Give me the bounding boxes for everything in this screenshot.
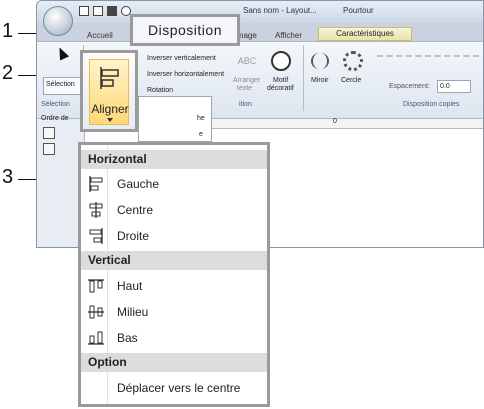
menu-header-horizontal: Horizontal — [81, 150, 267, 169]
decorative-pattern-icon — [271, 51, 291, 71]
menu-item-label: Droite — [117, 229, 150, 243]
align-left-icon — [89, 176, 103, 192]
menu-item-label: Bas — [117, 331, 138, 345]
tab-accueil[interactable]: Accueil — [87, 31, 113, 40]
spacing-input[interactable]: 0.0 — [437, 80, 471, 93]
aligner-dropdown-preview: he e — [138, 96, 212, 142]
tab-caracteristiques[interactable]: Caractéristiques — [318, 27, 412, 41]
arrange-text-sub: texte — [237, 85, 253, 92]
mirror-icon — [311, 53, 329, 69]
menu-item-label: Haut — [117, 279, 143, 293]
order-back-icon[interactable] — [43, 143, 55, 155]
tab-disposition[interactable]: Disposition — [130, 14, 240, 46]
select-label: Sélection — [46, 81, 75, 88]
app-menu-button[interactable] — [43, 6, 73, 36]
menu-item-gauche[interactable]: Gauche — [81, 171, 267, 197]
callout-1: 1 — [2, 20, 14, 42]
align-icon — [100, 67, 119, 89]
group-position-label: ition — [239, 101, 252, 108]
menu-item-label: Centre — [117, 203, 154, 217]
preview-item: he — [197, 115, 205, 122]
callout-3: 3 — [2, 166, 14, 188]
align-top-icon — [88, 279, 104, 293]
align-button[interactable]: Aligner — [80, 50, 138, 132]
arrange-text-icon: ABC — [237, 56, 257, 66]
circle-icon — [343, 51, 363, 71]
open-file-icon[interactable] — [93, 6, 103, 16]
decorative-pattern-button[interactable]: Motif — [273, 77, 288, 84]
menu-item-centre[interactable]: Centre — [81, 197, 267, 223]
ruler — [209, 119, 483, 129]
menu-item-bas[interactable]: Bas — [81, 325, 267, 351]
rotation-button[interactable]: Rotation — [147, 87, 173, 94]
chevron-down-icon — [107, 118, 113, 122]
menu-item-milieu[interactable]: Milieu — [81, 299, 267, 325]
align-menu: Horizontal Gauche Centre Droite Vertical — [78, 142, 270, 407]
context-title: Pourtour — [343, 6, 374, 15]
align-middle-icon — [88, 305, 104, 319]
decorative-pattern-sub: décoratif — [267, 85, 294, 92]
callout-2: 2 — [2, 62, 14, 84]
flip-horizontal-button[interactable]: Inverser horizontalement — [147, 71, 224, 78]
align-label: Aligner — [91, 102, 129, 116]
group-selection-label: Sélection — [41, 101, 70, 108]
menu-header-vertical: Vertical — [81, 251, 267, 270]
circle-button[interactable]: Cercle — [341, 77, 361, 84]
align-button-face: Aligner — [89, 59, 129, 125]
tab-afficher[interactable]: Afficher — [275, 31, 302, 40]
copies-arrows-icon — [377, 55, 479, 67]
spacing-value: 0.0 — [440, 83, 450, 90]
select-dropdown[interactable]: Sélection — [43, 77, 81, 95]
ruler-zero: 0 — [333, 118, 337, 125]
mirror-button[interactable]: Miroir — [311, 77, 329, 84]
align-bottom-icon — [88, 331, 104, 345]
preview-item: e — [199, 131, 203, 138]
group-copies-label: Disposition copies — [403, 101, 460, 108]
menu-item-haut[interactable]: Haut — [81, 273, 267, 299]
order-front-icon[interactable] — [43, 127, 55, 139]
menu-header-option: Option — [81, 353, 267, 372]
new-file-icon[interactable] — [79, 6, 89, 16]
menu-item-label: Gauche — [117, 177, 160, 191]
menu-item-label: Milieu — [117, 305, 149, 319]
arrange-text-button[interactable]: Arranger — [233, 77, 260, 84]
align-center-icon — [89, 202, 103, 218]
group-separator — [303, 45, 304, 111]
menu-item-droite[interactable]: Droite — [81, 223, 267, 249]
spacing-label: Espacement: — [389, 83, 430, 90]
align-right-icon — [89, 228, 103, 244]
order-label: Ordre de — [41, 115, 69, 122]
menu-item-label: Déplacer vers le centre — [117, 381, 241, 395]
window-title: Sans nom - Layout... — [243, 6, 317, 15]
flip-vertical-button[interactable]: Inverser verticalement — [147, 55, 216, 62]
save-icon[interactable] — [107, 6, 117, 16]
menu-item-deplacer-centre[interactable]: Déplacer vers le centre — [81, 375, 267, 401]
